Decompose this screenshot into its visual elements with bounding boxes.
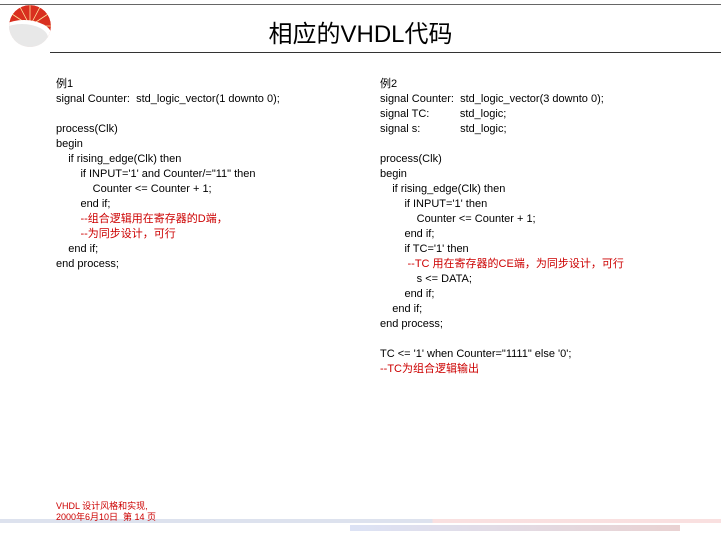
slide-title: 相应的VHDL代码 xyxy=(0,14,721,49)
footer-line1: VHDL 设计风格和实现, xyxy=(56,501,148,511)
ex2-comment: --TC为组合逻辑输出 xyxy=(380,363,479,375)
ex1-comment: --为同步设计，可行 xyxy=(56,228,176,240)
ex2-signal: signal TC: std_logic; xyxy=(380,108,506,120)
ex1-line: Counter <= Counter + 1; xyxy=(56,183,212,195)
ex1-comment: --组合逻辑用在寄存器的D端， xyxy=(56,213,228,225)
ex2-line: begin xyxy=(380,168,407,180)
footer-line2: 2000年6月10日 第 14 页 xyxy=(56,512,156,522)
slide: 相应的VHDL代码 例1 signal Counter: std_logic_v… xyxy=(0,0,721,541)
ex2-line: end if; xyxy=(380,228,434,240)
ex1-line: end if; xyxy=(56,198,110,210)
footer-text: VHDL 设计风格和实现, 2000年6月10日 第 14 页 xyxy=(56,501,156,523)
slide-body: 例1 signal Counter: std_logic_vector(1 do… xyxy=(56,62,701,377)
ex1-line: process(Clk) xyxy=(56,123,118,135)
ex2-heading: 例2 xyxy=(380,78,397,90)
ex1-signal: signal Counter: std_logic_vector(1 downt… xyxy=(56,93,280,105)
ex2-tc-line: TC <= '1' when Counter="1111" else '0'; xyxy=(380,348,571,360)
example-1-column: 例1 signal Counter: std_logic_vector(1 do… xyxy=(56,62,356,377)
ex2-line: process(Clk) xyxy=(380,153,442,165)
ex1-line: if rising_edge(Clk) then xyxy=(56,153,181,165)
ex1-line: begin xyxy=(56,138,83,150)
ex2-line: Counter <= Counter + 1; xyxy=(380,213,536,225)
top-divider xyxy=(0,4,721,5)
ex2-line: end if; xyxy=(380,288,434,300)
ex2-line: end process; xyxy=(380,318,443,330)
ex1-line: end if; xyxy=(56,243,98,255)
ex2-line: end if; xyxy=(380,303,422,315)
ex2-line: if rising_edge(Clk) then xyxy=(380,183,505,195)
ex2-signal: signal s: std_logic; xyxy=(380,123,507,135)
ex1-heading: 例1 xyxy=(56,78,73,90)
ex2-signal: signal Counter: std_logic_vector(3 downt… xyxy=(380,93,604,105)
example-2-column: 例2 signal Counter: std_logic_vector(3 do… xyxy=(380,62,701,377)
ex2-line: if INPUT='1' then xyxy=(380,198,487,210)
ex2-line: if TC='1' then xyxy=(380,243,469,255)
ex2-comment: --TC 用在寄存器的CE端，为同步设计，可行 xyxy=(380,258,624,270)
title-divider xyxy=(50,52,721,53)
ex1-line: end process; xyxy=(56,258,119,270)
ex2-line: s <= DATA; xyxy=(380,273,472,285)
ex1-line: if INPUT='1' and Counter/="11" then xyxy=(56,168,256,180)
footer-accent-bar-2 xyxy=(350,525,680,531)
